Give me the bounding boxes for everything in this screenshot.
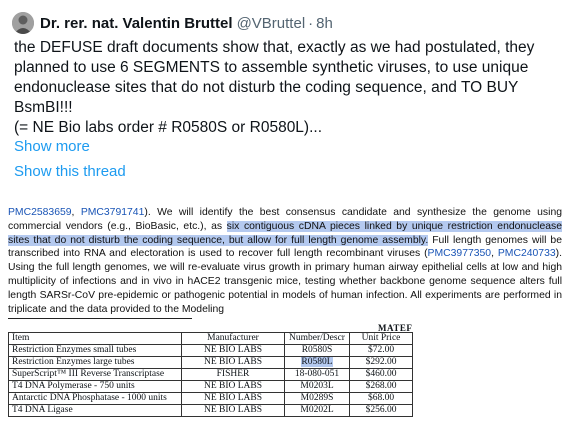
table-row: Restriction Enzymes large tubes NE BIO L… (8, 356, 413, 369)
cell-number-highlighted: R0580L (301, 357, 333, 367)
document-paragraph: PMC2583659, PMC3791741). We will identif… (8, 206, 562, 316)
cell-price: $292.00 (349, 356, 413, 369)
reference-link: PMC2583659 (8, 207, 72, 218)
tweet-header: Dr. rer. nat. Valentin Bruttel @VBruttel… (12, 11, 333, 35)
cell-price: $72.00 (349, 344, 413, 357)
author-name[interactable]: Dr. rer. nat. Valentin Bruttel (40, 15, 233, 32)
cell-number-wrap: R0580L (284, 356, 350, 369)
cell-item: Restriction Enzymes large tubes (8, 356, 182, 369)
cell-number: M0202L (284, 404, 350, 417)
col-header-item: Item (8, 332, 182, 345)
table-header-row: Item Manufacturer Number/Descr Unit Pric… (8, 332, 413, 345)
table-row: T4 DNA Ligase NE BIO LABS M0202L $256.00 (8, 404, 413, 417)
cell-manufacturer: NE BIO LABS (181, 392, 285, 405)
reference-link: PMC3977350 (427, 248, 492, 260)
reference-link: PMC3791741 (80, 207, 145, 218)
table-row: T4 DNA Polymerase - 750 units NE BIO LAB… (8, 380, 413, 393)
cell-price: $256.00 (349, 404, 413, 417)
cell-manufacturer: NE BIO LABS (181, 344, 285, 357)
separator-dot: · (308, 14, 314, 32)
cell-item: Restriction Enzymes small tubes (8, 344, 182, 357)
cell-item: SuperScript™ III Reverse Transcriptase (8, 368, 182, 381)
cell-price: $268.00 (349, 380, 413, 393)
col-header-number: Number/Descr (284, 332, 350, 345)
show-more-link[interactable]: Show more (14, 138, 90, 155)
col-header-manufacturer: Manufacturer (181, 332, 285, 345)
cell-manufacturer: NE BIO LABS (181, 404, 285, 417)
cell-number: 18-080-051 (284, 368, 350, 381)
cell-manufacturer: NE BIO LABS (181, 380, 285, 393)
col-header-price: Unit Price (349, 332, 413, 345)
tweet-text: the DEFUSE draft documents show that, ex… (14, 39, 535, 136)
avatar[interactable] (12, 12, 34, 34)
cell-number: M0289S (284, 392, 350, 405)
cell-item: Antarctic DNA Phosphatase - 1000 units (8, 392, 182, 405)
cell-number: M0203L (284, 380, 350, 393)
reference-link: PMC240733 (497, 248, 556, 260)
doc-text: , (491, 248, 498, 260)
doc-text: , (71, 207, 81, 218)
attached-image[interactable]: PMC2583659, PMC3791741). We will identif… (6, 200, 562, 436)
cell-price: $460.00 (349, 368, 413, 381)
cell-item: T4 DNA Ligase (8, 404, 182, 417)
author-handle[interactable]: @VBruttel (237, 15, 306, 32)
table-row: SuperScript™ III Reverse Transcriptase F… (8, 368, 413, 381)
table-row: Restriction Enzymes small tubes NE BIO L… (8, 344, 413, 357)
cell-item: T4 DNA Polymerase - 750 units (8, 380, 182, 393)
cell-number: R0580S (284, 344, 350, 357)
timestamp[interactable]: 8h (316, 15, 333, 32)
cell-price: $68.00 (349, 392, 413, 405)
table-top-rule (8, 318, 192, 319)
materials-table: Item Manufacturer Number/Descr Unit Pric… (8, 332, 413, 417)
cell-manufacturer: NE BIO LABS (181, 356, 285, 369)
table-row: Antarctic DNA Phosphatase - 1000 units N… (8, 392, 413, 405)
cell-manufacturer: FISHER (181, 368, 285, 381)
show-thread-link[interactable]: Show this thread (14, 163, 126, 180)
